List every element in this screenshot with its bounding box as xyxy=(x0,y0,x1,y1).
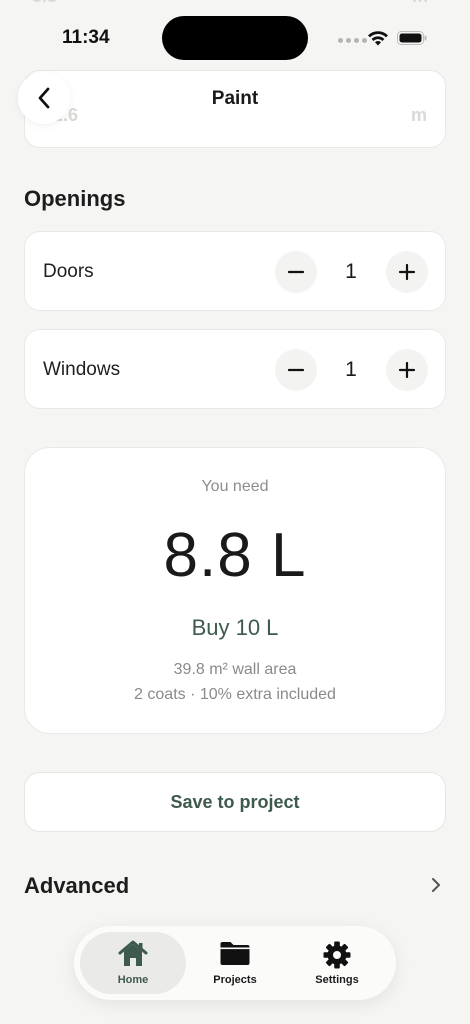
tab-home[interactable]: Home xyxy=(80,932,186,994)
plus-icon xyxy=(398,263,416,281)
advanced-label: Advanced xyxy=(24,873,130,898)
tab-settings-label: Settings xyxy=(315,974,359,986)
result-caption: You need xyxy=(201,478,269,495)
tab-projects[interactable]: Projects xyxy=(182,932,288,994)
tab-bar: Home Projects Settings xyxy=(74,926,396,1000)
wifi-icon xyxy=(368,31,388,46)
folder-icon xyxy=(220,942,250,965)
buy-amount: Buy 10 L xyxy=(191,615,279,640)
screen: 3.8 m 2.6 m 11:34 Paint Openings Doors xyxy=(0,0,470,1024)
status-time: 11:34 xyxy=(62,27,110,48)
windows-row: Windows 1 xyxy=(24,329,446,409)
tab-projects-label: Projects xyxy=(213,974,257,986)
doors-increment-button[interactable] xyxy=(386,251,428,293)
battery-icon xyxy=(397,31,427,45)
plus-icon xyxy=(398,361,416,379)
windows-label: Windows xyxy=(43,359,121,380)
windows-increment-button[interactable] xyxy=(386,349,428,391)
cellular-signal-icon xyxy=(338,38,367,43)
result-card: You need 8.8 L Buy 10 L 39.8 m² wall are… xyxy=(24,447,446,734)
doors-row: Doors 1 xyxy=(24,231,446,311)
dynamic-island xyxy=(162,16,308,60)
save-to-project-button[interactable]: Save to project xyxy=(24,772,446,832)
status-bar: 11:34 xyxy=(0,0,470,60)
house-icon xyxy=(118,940,148,966)
wall-area-text: 39.8 m² wall area xyxy=(173,661,297,678)
paint-amount: 8.8 L xyxy=(163,521,307,590)
doors-count: 1 xyxy=(345,260,357,283)
openings-section-title: Openings xyxy=(24,186,126,211)
windows-count: 1 xyxy=(345,358,357,381)
gear-icon xyxy=(323,941,351,969)
chevron-right-icon xyxy=(432,878,440,892)
doors-decrement-button[interactable] xyxy=(275,251,317,293)
page-title: Paint xyxy=(211,88,259,109)
minus-icon xyxy=(287,368,305,372)
minus-icon xyxy=(287,270,305,274)
tab-settings[interactable]: Settings xyxy=(284,932,390,994)
coats-details-text: 2 coats · 10% extra included xyxy=(134,686,336,703)
advanced-row[interactable]: Advanced xyxy=(24,860,446,910)
windows-decrement-button[interactable] xyxy=(275,349,317,391)
doors-label: Doors xyxy=(43,261,94,282)
tab-home-label: Home xyxy=(117,974,149,986)
